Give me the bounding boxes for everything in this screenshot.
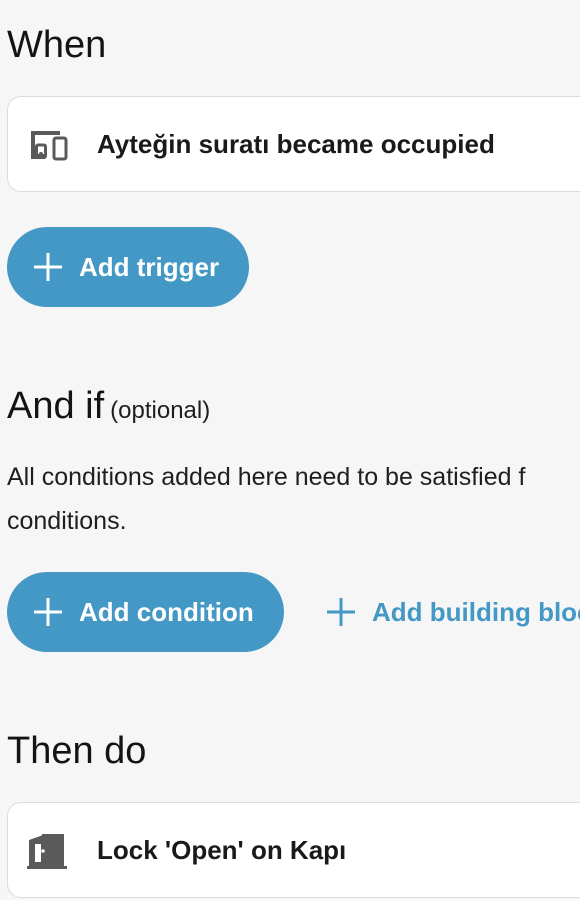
add-condition-button[interactable]: Add condition bbox=[7, 572, 284, 652]
when-heading: When bbox=[7, 23, 106, 67]
plus-icon bbox=[34, 598, 62, 626]
add-trigger-button[interactable]: Add trigger bbox=[7, 227, 250, 307]
then-do-heading: Then do bbox=[7, 729, 146, 773]
add-building-block-button[interactable]: Add building bloc bbox=[326, 572, 580, 652]
and-if-title: And if bbox=[7, 385, 105, 427]
conditions-description: All conditions added here need to be sat… bbox=[7, 463, 526, 535]
action-label: Lock 'Open' on Kapı bbox=[97, 835, 347, 865]
trigger-card[interactable]: Ayteğin suratı became occupied bbox=[7, 96, 580, 192]
optional-label: (optional) bbox=[110, 397, 211, 424]
add-building-block-label: Add building bloc bbox=[372, 597, 580, 627]
add-condition-label: Add condition bbox=[79, 597, 254, 627]
and-if-heading: And if (optional) bbox=[7, 384, 210, 433]
then-do-title: Then do bbox=[7, 730, 147, 772]
door-icon bbox=[27, 834, 67, 869]
when-title: When bbox=[7, 24, 107, 66]
action-card[interactable]: Lock 'Open' on Kapı bbox=[7, 802, 580, 898]
device-icon bbox=[31, 131, 68, 161]
plus-icon bbox=[327, 598, 355, 626]
add-trigger-label: Add trigger bbox=[79, 252, 220, 282]
plus-icon bbox=[34, 253, 62, 281]
trigger-label: Ayteğin suratı became occupied bbox=[97, 129, 495, 159]
automation-editor: When Ayteğin suratı became occupied Add … bbox=[0, 0, 580, 900]
